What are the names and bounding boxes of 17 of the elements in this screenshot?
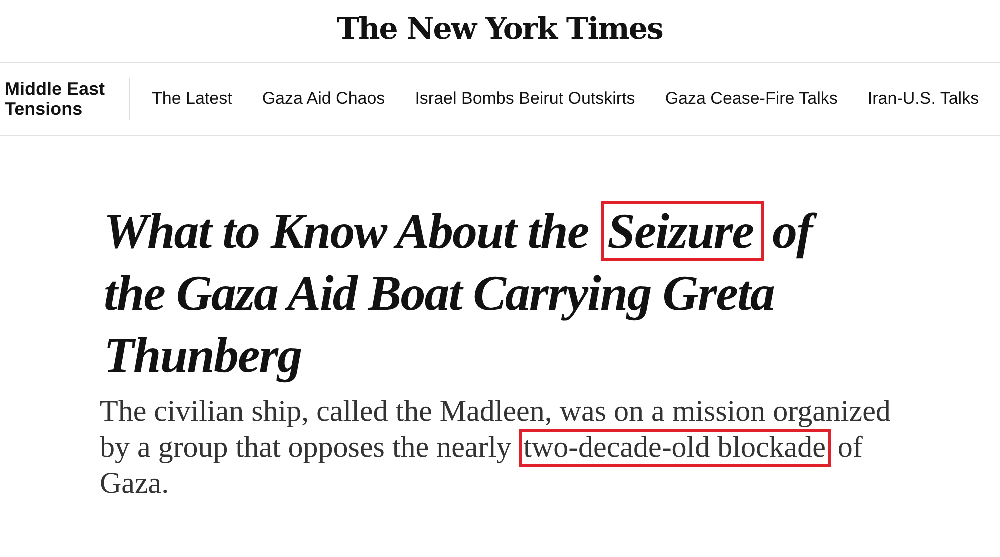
nav-link[interactable]: Gaza Cease-Fire Talks — [665, 89, 838, 109]
summary-text: of — [838, 432, 863, 464]
highlighted-headline-text: Seizure — [600, 201, 764, 261]
site-logo[interactable]: The New York Times — [337, 12, 663, 46]
summary-text: The civilian ship, called the Madleen, was on a mission organized — [100, 396, 891, 428]
headline-text: What to Know About the — [103, 202, 590, 261]
headline-text: Thunberg — [103, 326, 303, 385]
headline-text: the Gaza Aid Boat Carrying Greta — [103, 264, 776, 323]
highlighted-summary-text: two-decade-old blockade — [518, 429, 831, 467]
headline-text: of — [768, 200, 820, 262]
nav-link[interactable]: Israel Bombs Beirut Outskirts — [415, 89, 636, 109]
nav-link[interactable]: The Latest — [152, 89, 232, 109]
section-title[interactable]: Middle East Tensions — [0, 79, 115, 119]
summary-text: Gaza. — [100, 468, 170, 500]
nav-link[interactable]: Iran-U.S. Talks — [868, 89, 980, 109]
nav-link[interactable]: Gaza Aid Chaos — [262, 89, 386, 109]
summary-text: by a group that opposes the nearly — [100, 432, 512, 464]
